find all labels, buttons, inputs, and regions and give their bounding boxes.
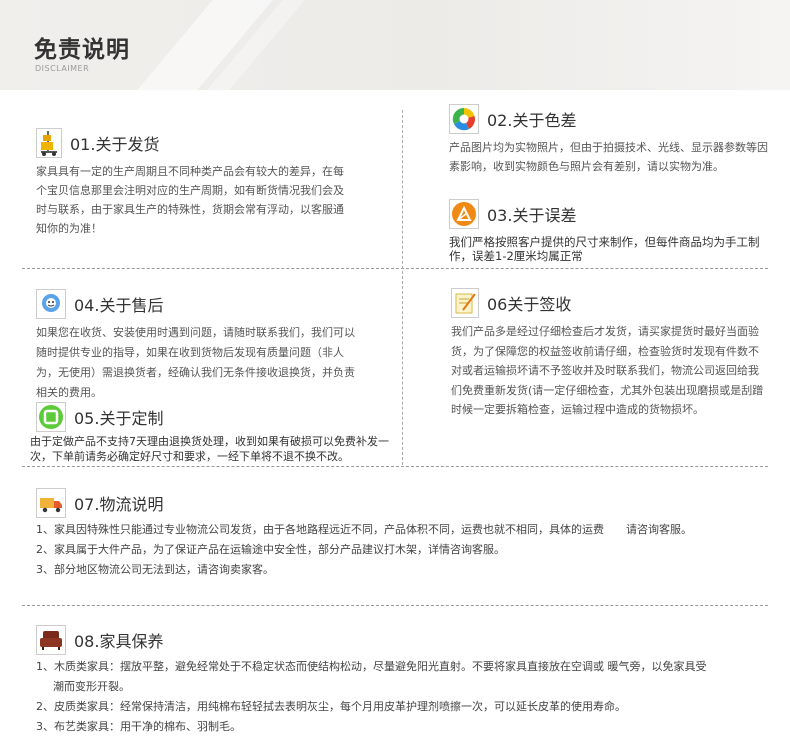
section-after-sales: 04.关于售后 如果您在收货、安装使用时遇到问题，请随时联系我们，我们可以随时提… [36,289,356,403]
sign-note-icon [451,288,479,318]
section-body: 如果您在收货、安装使用时遇到问题，请随时联系我们，我们可以随时提供专业的指导，如… [36,326,355,399]
logistics-list: 1、家具因特殊性只能通过专业物流公司发货，由于各地路程远近不同，产品体积不同，运… [36,520,776,580]
section-title: 03.关于误差 [487,206,577,225]
section-body: 我们产品多是经过仔细检查后才发货，请买家提货时最好当面验货，为了保障您的权益签收… [451,325,764,416]
section-heading: 04.关于售后 [36,289,356,319]
section-body: 由于定做产品不支持7天理由退换货处理，收到如果有破损可以免费补发一次，下单前请务… [30,435,389,463]
list-item: 3、布艺类家具：用干净的棉布、羽制毛。 [36,720,241,733]
section-body: 产品图片均为实物照片，但由于拍摄技术、光线、显示器参数等因素影响，收到实物颜色与… [449,141,768,173]
section-shipping: 01.关于发货 家具具有一定的生产周期且不同种类产品会有较大的差异，在每个宝贝信… [36,128,354,238]
section-title: 01.关于发货 [70,135,160,154]
divider [22,268,768,269]
list-item: 2、家具属于大件产品，为了保证产品在运输途中安全性，部分产品建议打木架，详情咨询… [36,543,505,556]
header-banner: 免责说明 DISCLAIMER [0,0,790,90]
divider [22,466,768,467]
section-title: 04.关于售后 [74,296,164,315]
section-heading: 02.关于色差 [449,104,769,134]
divider [22,605,768,606]
forklift-icon [36,128,62,158]
sofa-chair-icon [36,625,66,655]
section-title: 07.物流说明 [74,495,164,514]
page-subtitle: DISCLAIMER [35,64,90,73]
support-globe-icon [36,289,66,319]
section-customization: 05.关于定制 由于定做产品不支持7天理由退换货处理，收到如果有破损可以免费补发… [30,402,404,464]
section-body: 我们严格按照客户提供的尺寸来制作，但每件商品均为手工制作，误差1-2厘米均属正常 [449,235,760,263]
section-size-tolerance: 03.关于误差 我们严格按照客户提供的尺寸来制作，但每件商品均为手工制作，误差1… [449,199,769,263]
section-title: 02.关于色差 [487,111,577,130]
section-heading: 03.关于误差 [449,199,769,229]
delivery-truck-icon [36,488,66,518]
section-heading: 06关于签收 [451,288,769,318]
section-title: 08.家具保养 [74,632,164,651]
maintenance-list: 1、木质类家具：摆放平整，避免经常处于不稳定状态而使结构松动，尽量避免阳光直射。… [36,657,776,737]
section-body: 家具具有一定的生产周期且不同种类产品会有较大的差异，在每个宝贝信息那里会注明对应… [36,165,344,235]
list-item: 潮而变形开裂。 [53,680,130,693]
section-logistics: 07.物流说明 [36,488,776,518]
section-heading: 08.家具保养 [36,625,776,655]
page-title: 免责说明 [34,37,130,63]
list-item: 1、家具因特殊性只能通过专业物流公司发货，由于各地路程远近不同，产品体积不同，运… [36,523,692,536]
list-item: 2、皮质类家具：经常保持清洁，用纯棉布轻轻拭去表明灰尘，每个月用皮革护理剂喷擦一… [36,700,626,713]
custom-green-icon [36,402,66,432]
list-item: 1、木质类家具：摆放平整，避免经常处于不稳定状态而使结构松动，尽量避免阳光直射。… [36,660,707,673]
section-heading: 01.关于发货 [36,128,354,158]
section-signing: 06关于签收 我们产品多是经过仔细检查后才发货，请买家提货时最好当面验货，为了保… [451,288,769,420]
section-heading: 07.物流说明 [36,488,776,518]
list-item: 3、部分地区物流公司无法到达，请咨询卖家客。 [36,563,274,576]
section-title: 05.关于定制 [74,409,164,428]
color-wheel-icon [449,104,479,134]
section-maintenance: 08.家具保养 [36,625,776,655]
ruler-triangle-icon [449,199,479,229]
section-title: 06关于签收 [487,295,572,314]
section-color-difference: 02.关于色差 产品图片均为实物照片，但由于拍摄技术、光线、显示器参数等因素影响… [449,104,769,176]
section-heading: 05.关于定制 [32,402,404,432]
